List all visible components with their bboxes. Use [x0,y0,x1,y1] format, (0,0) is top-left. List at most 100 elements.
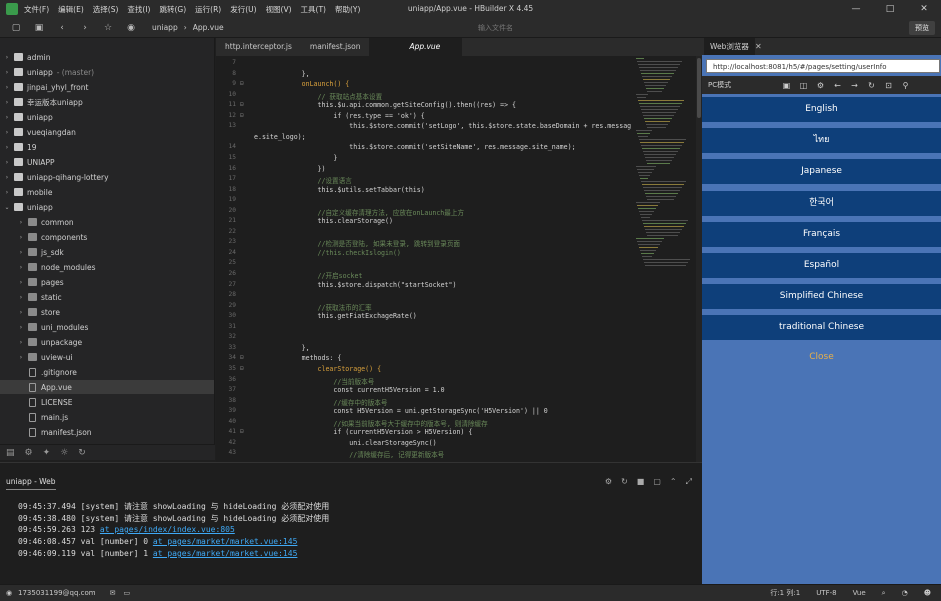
tab-app-vue[interactable]: App.vue [369,38,463,56]
user-account[interactable]: 1735031199@qq.com [18,589,96,597]
expand-arrow-icon[interactable]: › [3,69,11,76]
url-input[interactable]: http://localhost:8081/h5/#/pages/setting… [706,59,940,73]
expand-arrow-icon[interactable]: › [3,99,11,106]
menu-item[interactable]: 运行(R) [195,4,221,15]
new-project-icon[interactable]: ▤ [6,448,15,458]
code-line[interactable]: // 获取站点基本设置 [254,91,383,101]
sidebar-item[interactable]: › uniapp-qihang-lottery [0,170,214,184]
expand-arrow-icon[interactable]: › [17,309,25,316]
expand-arrow-icon[interactable]: › [17,219,25,226]
expand-arrow-icon[interactable]: › [3,54,11,61]
code-line[interactable]: methods: { [254,354,342,362]
language-option[interactable]: Japanese [702,159,941,185]
menu-item[interactable]: 视图(V) [266,4,292,15]
expand-arrow-icon[interactable]: › [3,174,11,181]
maximize-button[interactable]: □ [873,0,907,18]
sidebar-item[interactable]: › 幸运版本uniapp [0,95,214,109]
file-search-input[interactable]: 输入文件名 [470,21,660,35]
back-icon[interactable]: ← [829,81,846,90]
sidebar-item[interactable]: ⌄ uniapp [0,200,214,214]
code-line[interactable]: //检测是否登陆, 如果未登录, 跳转到登录页面 [254,238,461,248]
code-line[interactable]: uni.clearStorageSync() [254,439,436,447]
language-option[interactable]: traditional Chinese [702,315,941,341]
code-line[interactable]: if (res.type == 'ok') { [254,112,424,120]
code-line[interactable]: this.$utils.setTabbar(this) [254,186,425,194]
code-line[interactable]: //缓存中的版本号 [254,397,387,407]
code-line[interactable]: } [254,154,337,162]
fold-toggle-icon[interactable]: ⊟ [240,354,244,361]
sidebar-item[interactable]: › uniapp - (master) [0,65,214,79]
screenshot-icon[interactable]: ▣ [778,81,795,90]
expand-arrow-icon[interactable]: › [17,279,25,286]
code-line[interactable]: }) [254,165,326,173]
forward-icon[interactable]: › [78,21,92,35]
menu-item[interactable]: 帮助(Y) [335,4,360,15]
fold-toggle-icon[interactable]: ⊟ [240,112,244,119]
expand-arrow-icon[interactable]: › [17,354,25,361]
expand-arrow-icon[interactable]: › [3,114,11,121]
sidebar-item[interactable]: › components [0,230,214,244]
menu-item[interactable]: 查找(I) [127,4,150,15]
editor-scroll-thumb[interactable] [697,58,701,118]
breadcrumb-project[interactable]: uniapp [152,23,178,32]
plugin-icon[interactable]: ⚙ [25,448,33,458]
sidebar-item[interactable]: main.js [0,410,214,424]
code-line[interactable]: this.clearStorage() [254,217,393,225]
code-line[interactable]: e.site_logo); [254,133,306,141]
expand-arrow-icon[interactable]: › [3,144,11,151]
code-editor[interactable]: 7 8 9 ⊟ 10 11 ⊟ 12 ⊟ 13 14 15 16 17 18 19 20 21 22 23 24 25 26… [216,56,702,462]
expand-arrow-icon[interactable]: › [3,129,11,136]
fold-toggle-icon[interactable]: ⊟ [240,428,244,435]
code-line[interactable]: onLaunch() { [254,80,350,88]
account-icon[interactable]: ☻ [924,585,931,601]
log-source-link[interactable]: at pages/index/index.vue:805 [100,525,235,534]
code-line[interactable]: this.$store.commit('setSiteName', res.me… [254,143,575,151]
code-line[interactable]: const currentH5Version = 1.0 [254,386,444,394]
code-line[interactable]: this.$u.api.common.getSiteConfig().then(… [254,101,517,109]
sidebar-item[interactable]: › uview-ui [0,350,214,364]
maximize-console-icon[interactable]: ⤢ [686,477,692,487]
menu-item[interactable]: 选择(S) [93,4,119,15]
menu-item[interactable]: 发行(U) [230,4,256,15]
sidebar-item[interactable]: › jinpai_yhyl_front [0,80,214,94]
fold-toggle-icon[interactable]: ⊟ [240,365,244,372]
code-line[interactable]: const H5Version = uni.getStorageSync('H5… [254,407,547,415]
code-line[interactable]: //设置语言 [254,175,352,185]
pin-icon[interactable]: ⚲ [897,81,914,90]
message-icon[interactable]: ▭ [123,589,130,597]
sidebar-item[interactable]: › admin [0,50,214,64]
sidebar-item[interactable]: › static [0,290,214,304]
menu-item[interactable]: 编辑(E) [58,4,84,15]
run-icon[interactable]: ◉ [124,21,138,35]
sidebar-item[interactable]: › store [0,305,214,319]
expand-arrow-icon[interactable]: › [3,84,11,91]
sidebar-item[interactable]: › pages [0,275,214,289]
sidebar-item[interactable]: › vueqiangdan [0,125,214,139]
sidebar-item[interactable]: › js_sdk [0,245,214,259]
sidebar-item[interactable]: .gitignore [0,365,214,379]
menu-item[interactable]: 跳转(G) [159,4,186,15]
back-icon[interactable]: ‹ [55,21,69,35]
log-source-link[interactable]: at pages/market/market.vue:145 [153,549,298,558]
search-icon[interactable]: ⌕ [882,585,886,601]
expand-arrow-icon[interactable]: › [17,249,25,256]
code-line[interactable]: this.$store.dispatch("startSocket") [254,281,457,289]
code-line[interactable]: //当前版本号 [254,376,374,386]
sidebar-item[interactable]: › unpackage [0,335,214,349]
language-option[interactable]: Français [702,221,941,247]
sidebar-item[interactable]: manifest.json [0,425,214,439]
encoding[interactable]: UTF-8 [816,585,836,601]
code-line[interactable]: //开启socket [254,270,363,280]
fold-toggle-icon[interactable]: ⊟ [240,80,244,87]
debug-icon[interactable]: ⚙ [605,477,612,487]
minimize-button[interactable]: — [839,0,873,18]
code-line[interactable]: //this.checkIslogin() [254,249,401,257]
tab-http-interceptor[interactable]: http.interceptor.js [216,38,301,56]
language-mode[interactable]: Vue [853,585,866,601]
code-line[interactable]: }, [254,70,310,78]
settings-icon[interactable]: ☼ [60,448,68,458]
stop-icon[interactable]: ■ [637,477,645,487]
menu-item[interactable]: 文件(F) [24,4,49,15]
fold-toggle-icon[interactable]: ⊟ [240,101,244,108]
notification-icon[interactable]: ◔ [902,585,908,601]
